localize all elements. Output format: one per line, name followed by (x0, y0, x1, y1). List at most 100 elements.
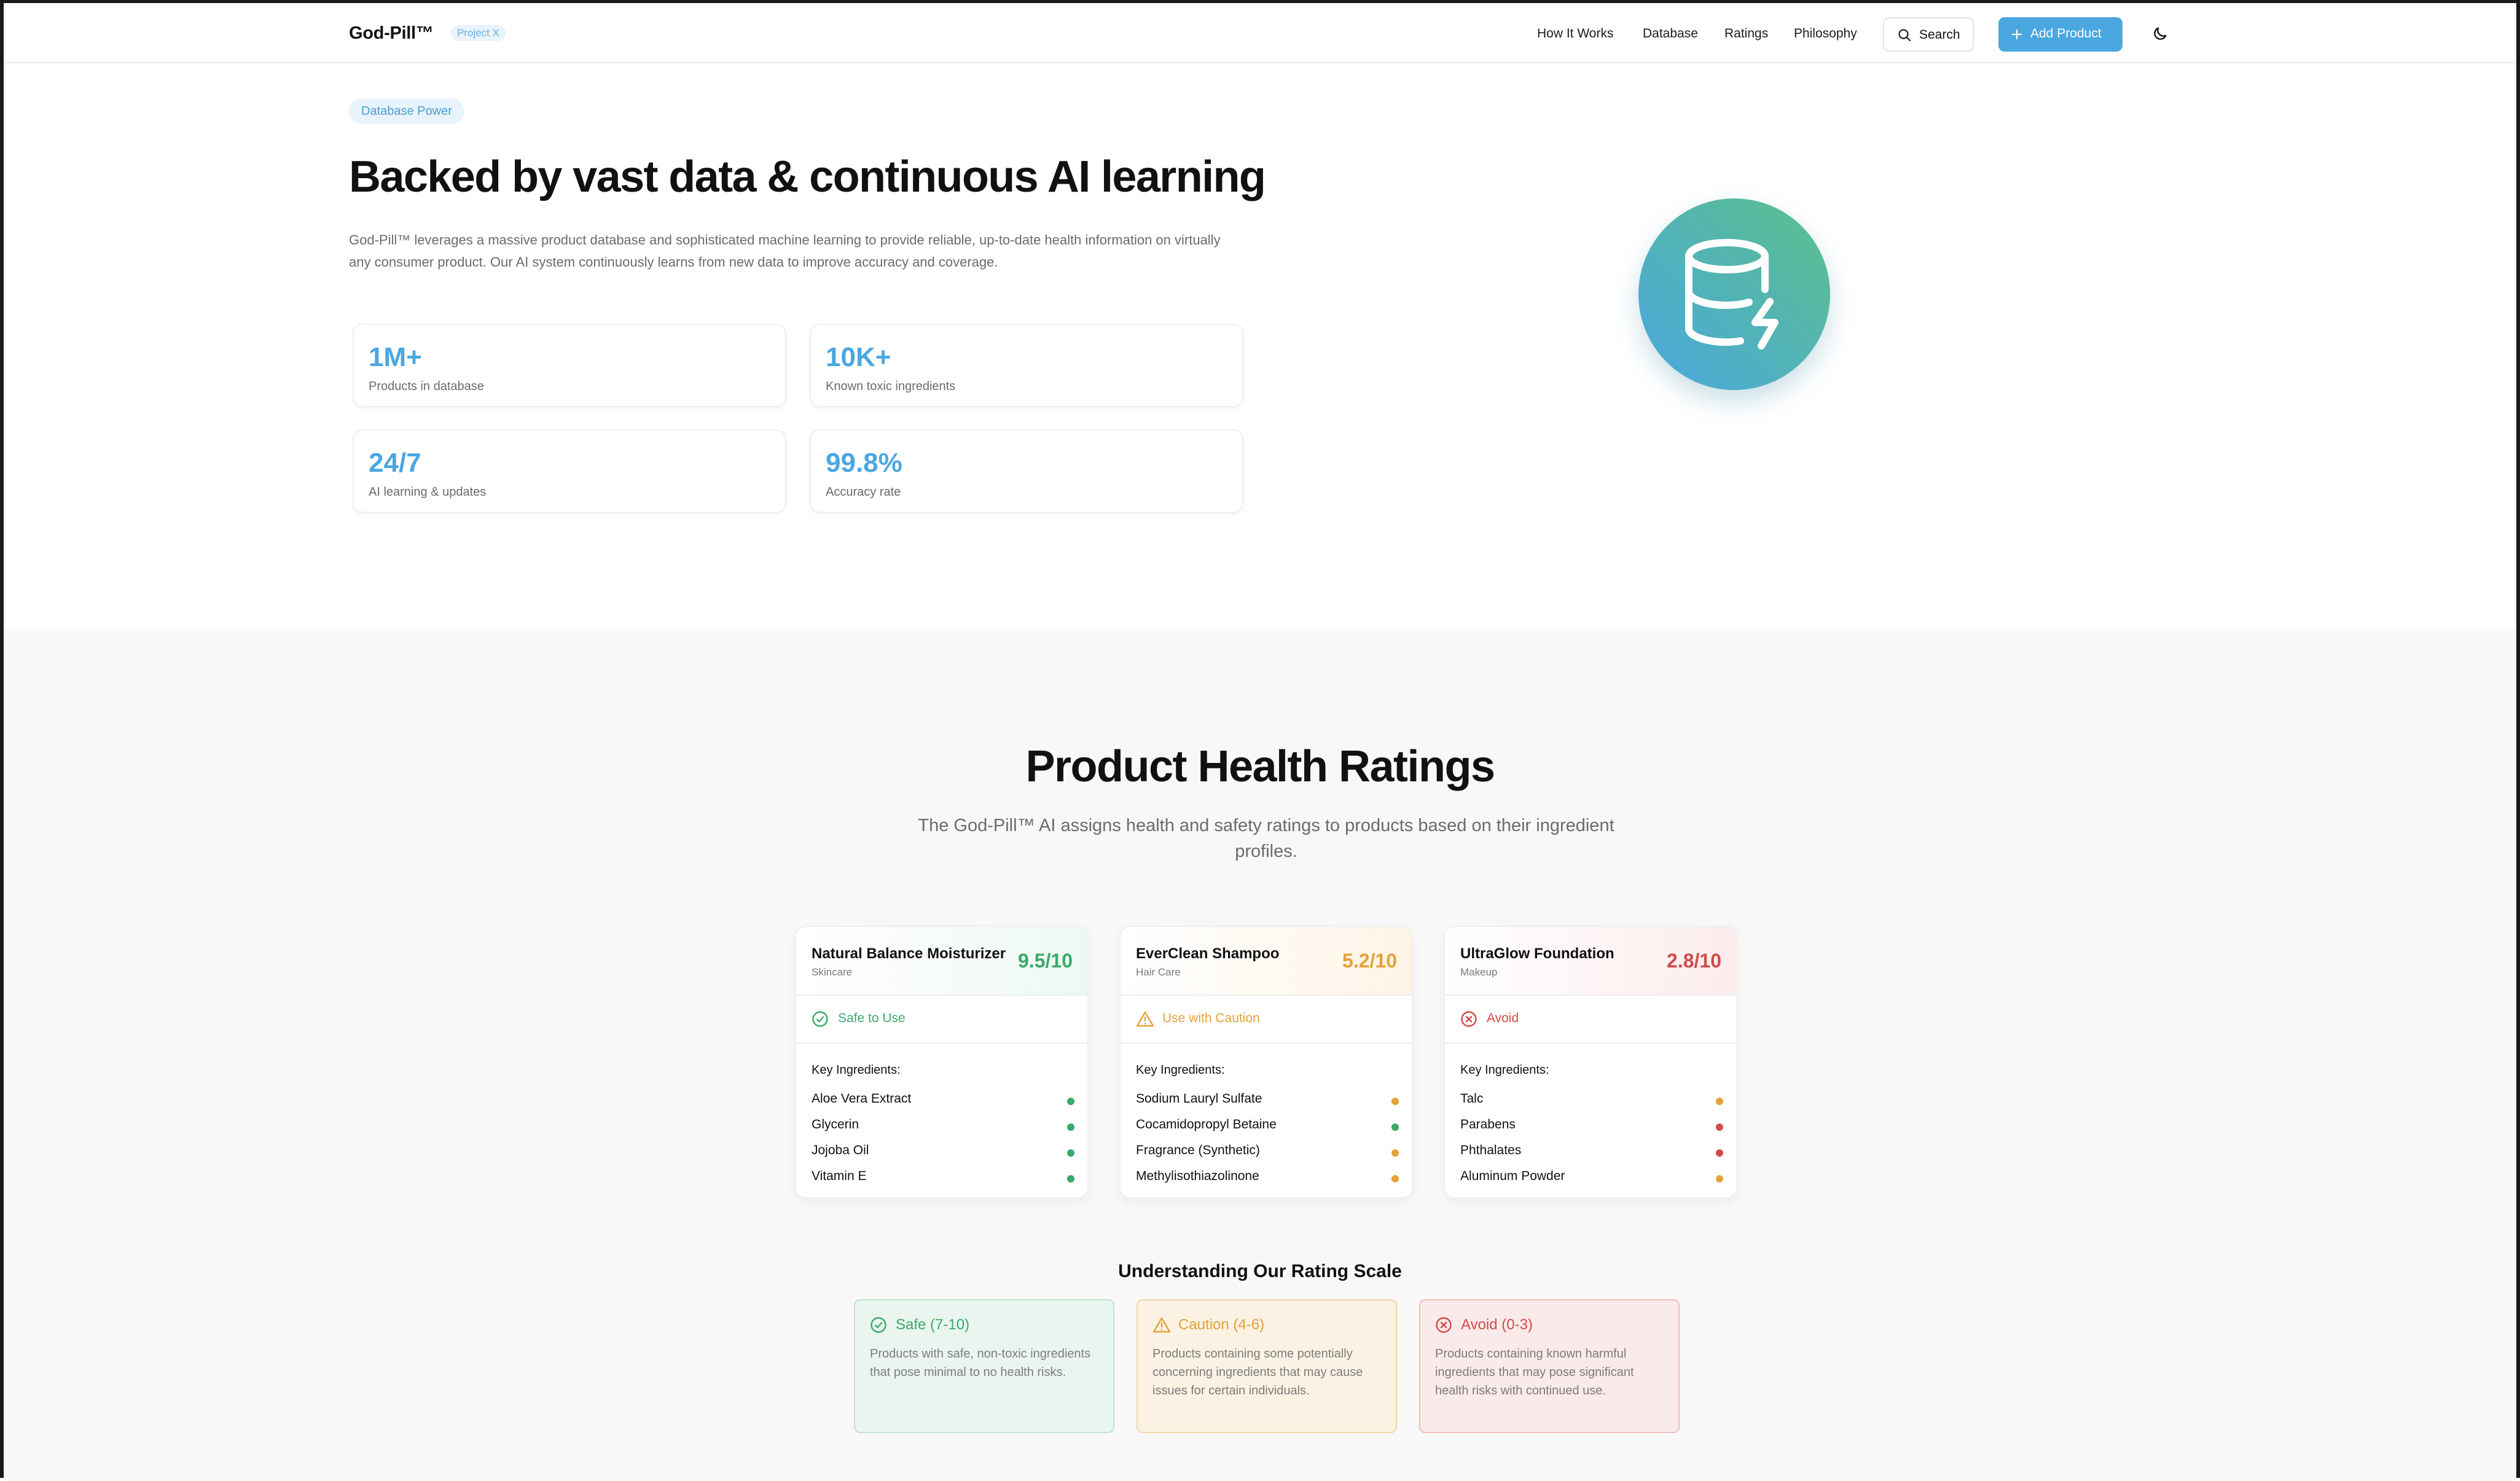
add-product-label: Add Product (2030, 26, 2102, 41)
page: God-Pill™ Project X How It Works Databas… (0, 0, 2520, 1481)
search-label: Search (1919, 28, 1960, 42)
nav-link-ratings[interactable]: Ratings (1724, 26, 1768, 41)
status-label: Safe to Use (838, 1011, 906, 1025)
status-label: Avoid (1487, 1011, 1519, 1025)
nav-link-database[interactable]: Database (1643, 26, 1698, 41)
ingredient-name: Sodium Lauryl Sulfate (1136, 1092, 1262, 1106)
safety-dot (1716, 1123, 1723, 1131)
search-button[interactable]: Search (1883, 17, 1974, 52)
ingredient-name: Talc (1460, 1092, 1484, 1106)
product-score: 9.5/10 (1018, 950, 1073, 972)
status-row: Safe to Use (796, 996, 1087, 1044)
product-card[interactable]: Natural Balance Moisturizer Skincare 9.5… (795, 926, 1089, 1198)
product-category: Makeup (1460, 966, 1498, 978)
section-pill: Database Power (349, 98, 464, 124)
stat-card: 99.8% Accuracy rate (810, 429, 1243, 513)
stat-value: 10K+ (826, 342, 891, 372)
ingredient-name: Methylisothiazolinone (1136, 1169, 1259, 1183)
rating-scale-title: Understanding Our Rating Scale (1118, 1261, 1402, 1281)
scale-label: Safe (7-10) (896, 1316, 970, 1333)
brand-logo[interactable]: God-Pill™ (349, 23, 434, 44)
scale-description: Products with safe, non-toxic ingredient… (870, 1347, 1091, 1379)
card-header: Natural Balance Moisturizer Skincare 9.5… (796, 927, 1087, 996)
moon-icon[interactable] (2151, 25, 2169, 42)
add-product-button[interactable]: Add Product (1998, 17, 2123, 52)
ingredient-row: Aluminum Powder (1460, 1169, 1723, 1187)
ingredient-row: Jojoba Oil (812, 1143, 1074, 1162)
stat-card: 1M+ Products in database (353, 324, 786, 407)
safety-dot (1391, 1175, 1399, 1182)
ingredient-name: Cocamidopropyl Betaine (1136, 1117, 1277, 1131)
safety-dot (1067, 1149, 1074, 1157)
top-nav: God-Pill™ Project X How It Works Databas… (4, 3, 2516, 63)
product-category: Skincare (812, 966, 853, 978)
stat-label: Known toxic ingredients (826, 380, 956, 393)
ratings-subtitle: The God-Pill™ AI assigns health and safe… (918, 816, 1614, 861)
hero-description: God-Pill™ leverages a massive product da… (349, 232, 1221, 270)
product-name: UltraGlow Foundation (1460, 945, 1614, 962)
ingredient-row: Cocamidopropyl Betaine (1136, 1117, 1399, 1136)
check-circle-icon (812, 1011, 828, 1027)
product-name: EverClean Shampoo (1136, 945, 1280, 962)
ingredient-row: Glycerin (812, 1117, 1074, 1136)
status-row: Use with Caution (1121, 996, 1412, 1044)
safety-dot (1067, 1175, 1074, 1182)
plus-icon (2011, 29, 2022, 40)
stat-card: 10K+ Known toxic ingredients (810, 324, 1243, 407)
safety-dot (1391, 1098, 1399, 1105)
safety-dot (1391, 1149, 1399, 1157)
stat-card: 24/7 AI learning & updates (353, 429, 786, 513)
ingredient-row: Fragrance (Synthetic) (1136, 1143, 1399, 1162)
x-circle-icon (1436, 1317, 1452, 1333)
safety-dot (1716, 1149, 1723, 1157)
ingredient-row: Methylisothiazolinone (1136, 1169, 1399, 1187)
stat-value: 24/7 (369, 448, 421, 478)
database-lightning-icon (1685, 239, 1778, 350)
product-score: 2.8/10 (1667, 950, 1721, 972)
stat-value: 1M+ (369, 342, 422, 372)
ingredient-row: Sodium Lauryl Sulfate (1136, 1092, 1399, 1110)
stat-label: Products in database (369, 380, 484, 393)
ingredient-name: Phthalates (1460, 1143, 1522, 1157)
safety-dot (1391, 1123, 1399, 1131)
hero-title: Backed by vast data & continuous AI lear… (349, 152, 1266, 201)
safety-dot (1067, 1098, 1074, 1105)
ingredient-name: Vitamin E (812, 1169, 867, 1183)
ratings-title: Product Health Ratings (1025, 742, 1495, 791)
scale-label: Avoid (0-3) (1461, 1316, 1533, 1333)
product-card[interactable]: UltraGlow Foundation Makeup 2.8/10 Avoid… (1444, 926, 1737, 1198)
project-badge: Project X (451, 25, 506, 41)
x-circle-icon (1461, 1011, 1477, 1027)
warning-triangle-icon (1136, 1011, 1154, 1027)
search-icon (1898, 29, 1911, 42)
scale-card-avoid: Avoid (0-3) Products containing known ha… (1419, 1299, 1680, 1433)
product-card[interactable]: EverClean Shampoo Hair Care 5.2/10 Use w… (1119, 926, 1413, 1198)
stat-label: AI learning & updates (369, 485, 487, 499)
ingredient-row: Vitamin E (812, 1169, 1074, 1187)
ingredient-name: Parabens (1460, 1117, 1516, 1131)
nav-link-how-it-works[interactable]: How It Works (1537, 26, 1613, 41)
key-ingredients-label: Key Ingredients: (812, 1063, 901, 1077)
check-circle-icon (871, 1317, 886, 1333)
database-illustration (1638, 198, 1830, 390)
scale-description: Products containing some potentially con… (1152, 1347, 1363, 1397)
ingredient-name: Jojoba Oil (812, 1143, 869, 1157)
ingredient-name: Aluminum Powder (1460, 1169, 1565, 1183)
card-header: EverClean Shampoo Hair Care 5.2/10 (1121, 927, 1412, 996)
ingredient-row: Talc (1460, 1092, 1723, 1110)
nav-link-philosophy[interactable]: Philosophy (1794, 26, 1857, 41)
safety-dot (1067, 1123, 1074, 1131)
ratings-section: Product Health Ratings The God-Pill™ AI … (4, 630, 2516, 1481)
stat-label: Accuracy rate (826, 485, 901, 499)
ingredient-row: Phthalates (1460, 1143, 1723, 1162)
key-ingredients-label: Key Ingredients: (1460, 1063, 1549, 1077)
safety-dot (1716, 1098, 1723, 1105)
ingredient-name: Aloe Vera Extract (812, 1092, 912, 1106)
scale-label: Caution (4-6) (1178, 1316, 1265, 1333)
scale-card-safe: Safe (7-10) Products with safe, non-toxi… (854, 1299, 1114, 1433)
safety-dot (1716, 1175, 1723, 1182)
scale-card-caution: Caution (4-6) Products containing some p… (1137, 1299, 1397, 1433)
warning-triangle-icon (1152, 1317, 1171, 1333)
product-name: Natural Balance Moisturizer (812, 945, 1006, 962)
scale-description: Products containing known harmful ingred… (1435, 1347, 1634, 1397)
